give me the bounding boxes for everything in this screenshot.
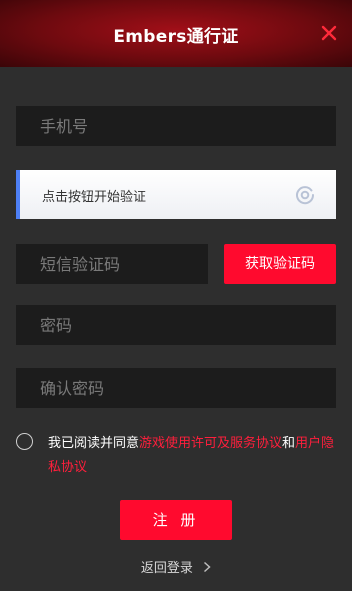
back-login-label: 返回登录 xyxy=(140,561,193,576)
get-code-button[interactable]: 获取验证码 xyxy=(224,244,336,284)
agreement-and: 和 xyxy=(282,436,296,451)
register-dialog: Embers通行证 点击按钮开始验证 获取验证码 我已阅读并同意游戏使用许可及服… xyxy=(0,0,352,591)
sms-code-input[interactable] xyxy=(16,244,208,284)
back-to-login-link[interactable]: 返回登录 xyxy=(0,557,352,576)
captcha-verify-button[interactable]: 点击按钮开始验证 xyxy=(16,170,336,219)
chevron-right-icon xyxy=(204,561,211,573)
dialog-title: Embers通行证 xyxy=(113,27,239,47)
password-input[interactable] xyxy=(16,305,336,345)
agreement-text: 我已阅读并同意游戏使用许可及服务协议和用户隐私协议 xyxy=(48,432,338,480)
license-link[interactable]: 游戏使用许可及服务协议 xyxy=(139,436,282,451)
agreement-prefix: 我已阅读并同意 xyxy=(48,436,140,451)
dialog-header: Embers通行证 xyxy=(0,0,352,67)
confirm-password-input[interactable] xyxy=(16,368,336,408)
close-icon[interactable] xyxy=(320,24,338,42)
captcha-label: 点击按钮开始验证 xyxy=(42,190,147,205)
refresh-icon xyxy=(296,186,315,205)
agree-radio[interactable] xyxy=(16,433,33,450)
phone-input[interactable] xyxy=(16,106,336,146)
register-button[interactable]: 注 册 xyxy=(120,500,232,540)
